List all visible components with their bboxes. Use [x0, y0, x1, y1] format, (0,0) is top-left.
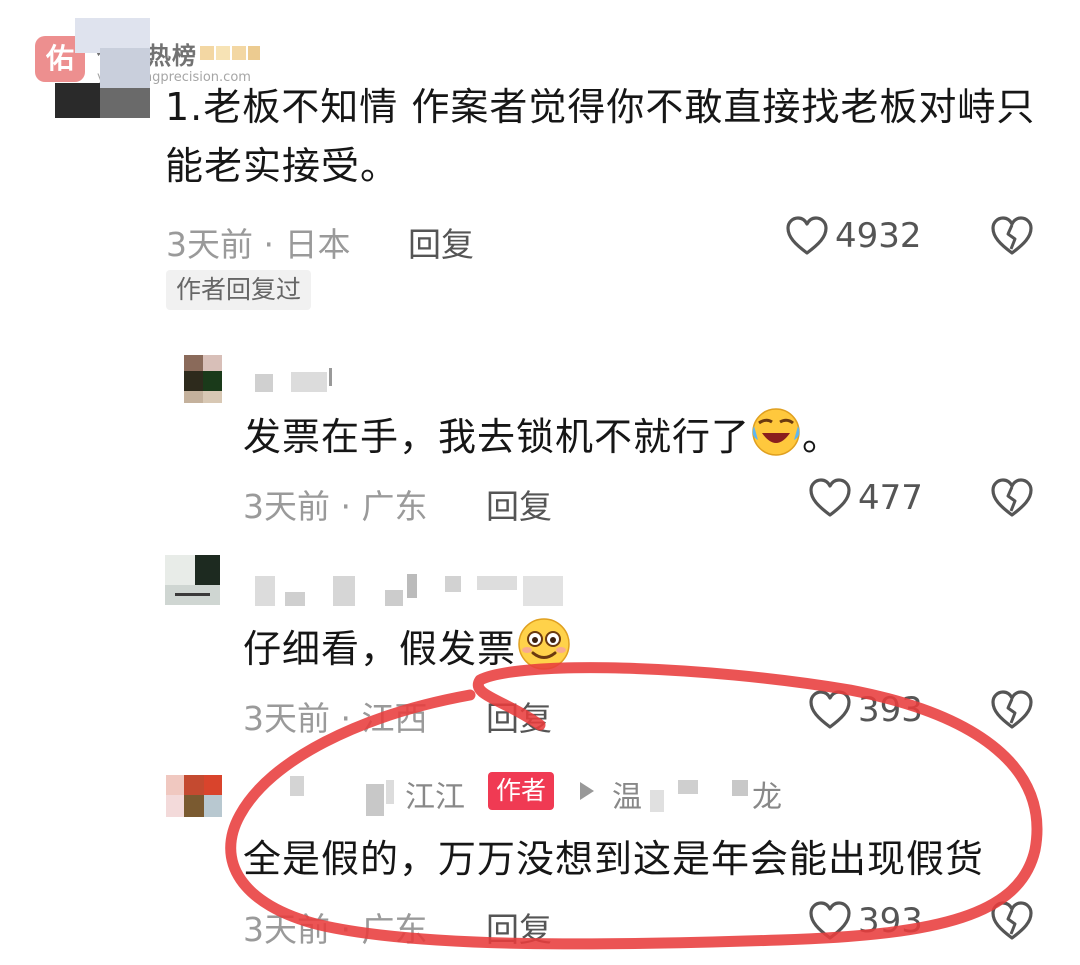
- username-mosaic: [255, 368, 345, 392]
- dislike-button[interactable]: [990, 690, 1034, 734]
- reply-to-name-partial: 龙: [752, 780, 782, 815]
- comment-time-location: 3天前 · 广东: [243, 910, 428, 949]
- comment-text: 1.老板不知情 作案者觉得你不敢直接找老板对峙只能老实接受。: [165, 85, 1036, 188]
- avatar[interactable]: [55, 18, 150, 118]
- author-badge: 作者: [488, 772, 555, 810]
- heart-icon: [809, 478, 851, 517]
- comment-text-body: 发票在手，我去锁机不就行了: [243, 415, 751, 459]
- comment-text: 仔细看，假发票: [243, 616, 572, 679]
- heart-icon: [809, 901, 851, 940]
- like-button[interactable]: 393: [808, 901, 923, 941]
- reply-arrow-icon: [580, 782, 594, 800]
- heart-icon: [786, 216, 828, 255]
- reply-to-name-partial: 温: [612, 780, 642, 815]
- username-mosaic: [200, 40, 260, 65]
- like-button[interactable]: 393: [808, 690, 923, 730]
- comment-text: 全是假的，万万没想到这是年会能出现假货: [243, 837, 985, 881]
- broken-heart-icon: [991, 901, 1033, 940]
- username-mosaic: [640, 776, 750, 812]
- avatar[interactable]: [165, 555, 220, 605]
- dislike-button[interactable]: [990, 901, 1034, 945]
- comment-time-location: 3天前 · 广东: [243, 487, 428, 526]
- like-button[interactable]: 4932: [785, 216, 922, 256]
- dislike-button[interactable]: [990, 216, 1034, 260]
- like-count: 477: [858, 478, 923, 518]
- like-count: 4932: [835, 216, 922, 256]
- broken-heart-icon: [991, 690, 1033, 729]
- username-partial: 江江: [405, 780, 465, 815]
- comment-text: 发票在手，我去锁机不就行了 。: [243, 406, 841, 467]
- comment-text-suffix: 。: [802, 415, 842, 459]
- reply-button[interactable]: 回复: [486, 692, 552, 740]
- broken-heart-icon: [991, 478, 1033, 517]
- reply-button[interactable]: 回复: [486, 903, 552, 951]
- like-count: 393: [858, 901, 923, 941]
- heart-icon: [809, 690, 851, 729]
- broken-heart-icon: [991, 216, 1033, 255]
- author-replied-badge: 作者回复过: [166, 270, 312, 310]
- reply-button[interactable]: 回复: [408, 218, 474, 266]
- laughing-crying-emoji: [750, 406, 802, 458]
- comment-time-location: 3天前 · 日本: [166, 225, 351, 264]
- comment-text-body: 仔细看，假发票: [243, 627, 517, 671]
- like-count: 393: [858, 690, 923, 730]
- reply-button[interactable]: 回复: [486, 480, 552, 528]
- username-mosaic: [290, 776, 400, 816]
- smiling-emoji: [516, 616, 572, 672]
- username-mosaic: [255, 572, 575, 612]
- dislike-button[interactable]: [990, 478, 1034, 522]
- avatar[interactable]: [166, 775, 222, 817]
- like-button[interactable]: 477: [808, 478, 923, 518]
- avatar[interactable]: [184, 355, 222, 403]
- comment-time-location: 3天前 · 江西: [243, 699, 428, 738]
